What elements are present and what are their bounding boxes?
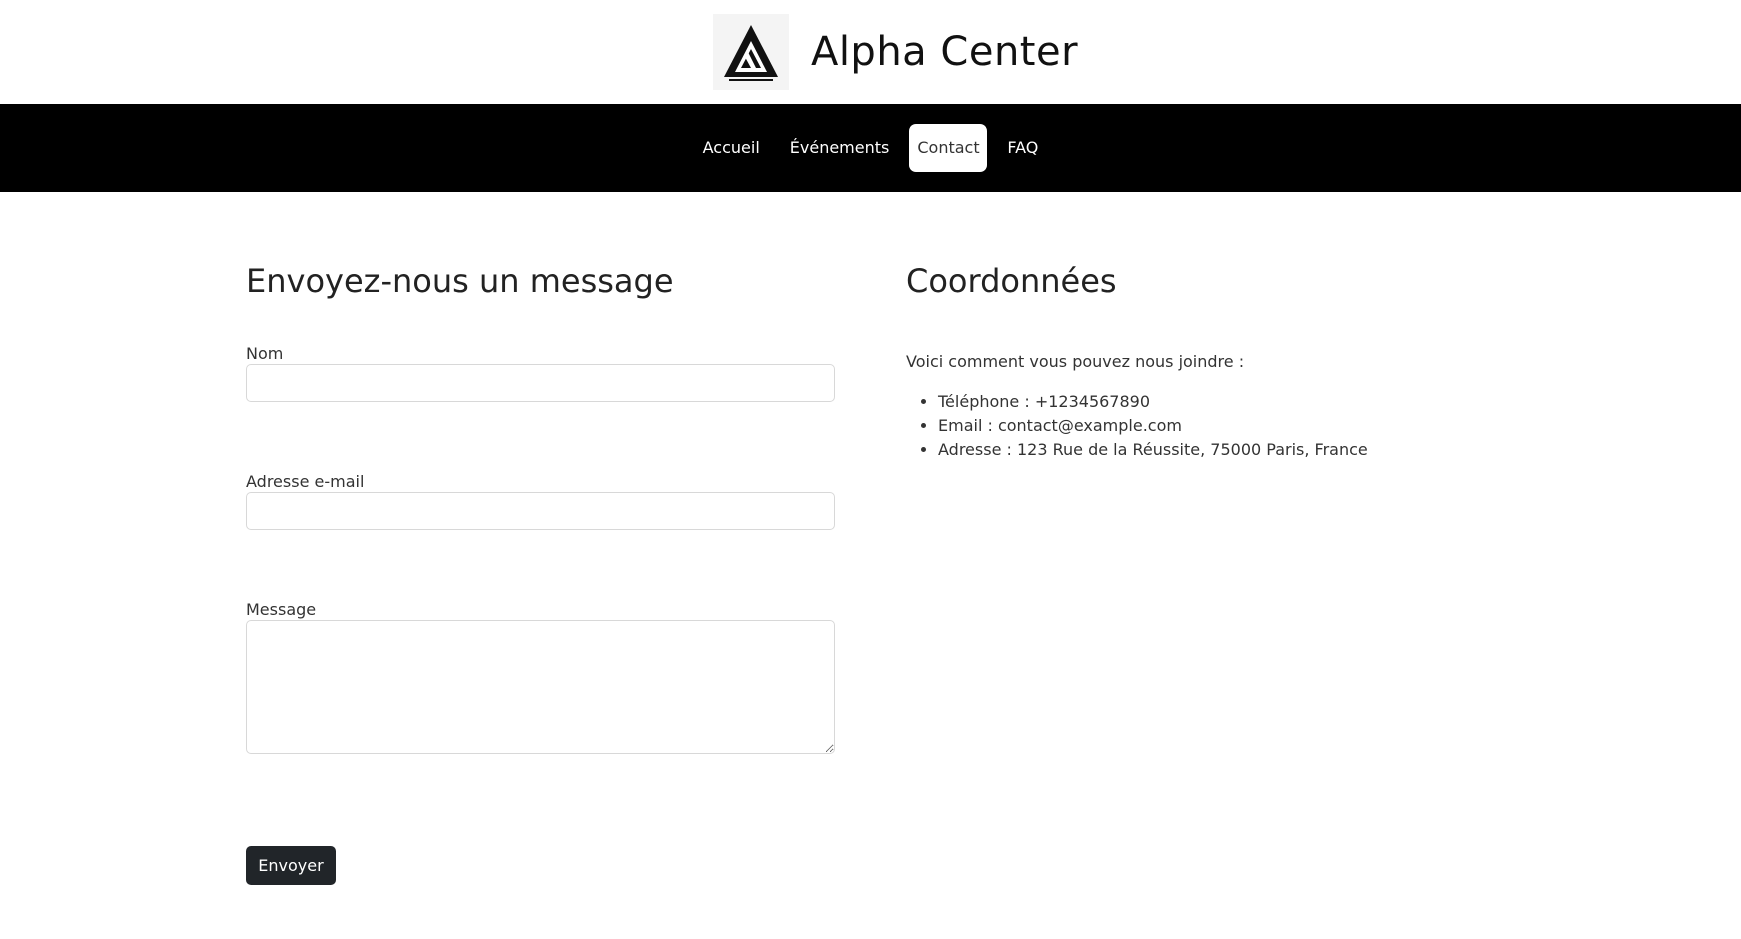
contact-address: Adresse : 123 Rue de la Réussite, 75000 … — [938, 438, 1368, 462]
contact-info-list: Téléphone : +1234567890 Email : contact@… — [906, 390, 1368, 462]
submit-button[interactable]: Envoyer — [246, 846, 336, 885]
nav-item-evenements: Événements — [780, 124, 900, 172]
contact-intro-text: Voici comment vous pouvez nous joindre : — [906, 352, 1245, 371]
contact-info-title: Coordonnées — [906, 262, 1117, 300]
contact-email: Email : contact@example.com — [938, 414, 1368, 438]
nav-item-accueil: Accueil — [693, 124, 770, 172]
contact-phone: Téléphone : +1234567890 — [938, 390, 1368, 414]
brand-link[interactable]: Alpha Center — [712, 14, 1079, 90]
nav-link-contact[interactable]: Contact — [909, 124, 988, 172]
message-label: Message — [246, 600, 317, 619]
main-navbar: Accueil Événements Contact FAQ — [0, 104, 1741, 192]
message-field[interactable] — [246, 620, 835, 754]
form-title: Envoyez-nous un message — [246, 262, 674, 300]
triangle-logo-icon — [712, 14, 789, 90]
name-label: Nom — [246, 344, 284, 363]
email-field[interactable] — [246, 492, 835, 530]
page-content: Envoyez-nous un message Nom Adresse e-ma… — [0, 192, 1741, 939]
name-field[interactable] — [246, 364, 835, 402]
brand-name: Alpha Center — [810, 29, 1079, 75]
email-label: Adresse e-mail — [246, 472, 365, 491]
nav-link-evenements[interactable]: Événements — [780, 124, 900, 172]
nav-link-faq[interactable]: FAQ — [997, 124, 1048, 172]
nav-item-contact: Contact — [909, 124, 988, 172]
nav-item-faq: FAQ — [997, 124, 1048, 172]
nav-link-accueil[interactable]: Accueil — [693, 124, 770, 172]
nav-list: Accueil Événements Contact FAQ — [693, 124, 1049, 172]
site-header: Alpha Center — [0, 0, 1741, 104]
